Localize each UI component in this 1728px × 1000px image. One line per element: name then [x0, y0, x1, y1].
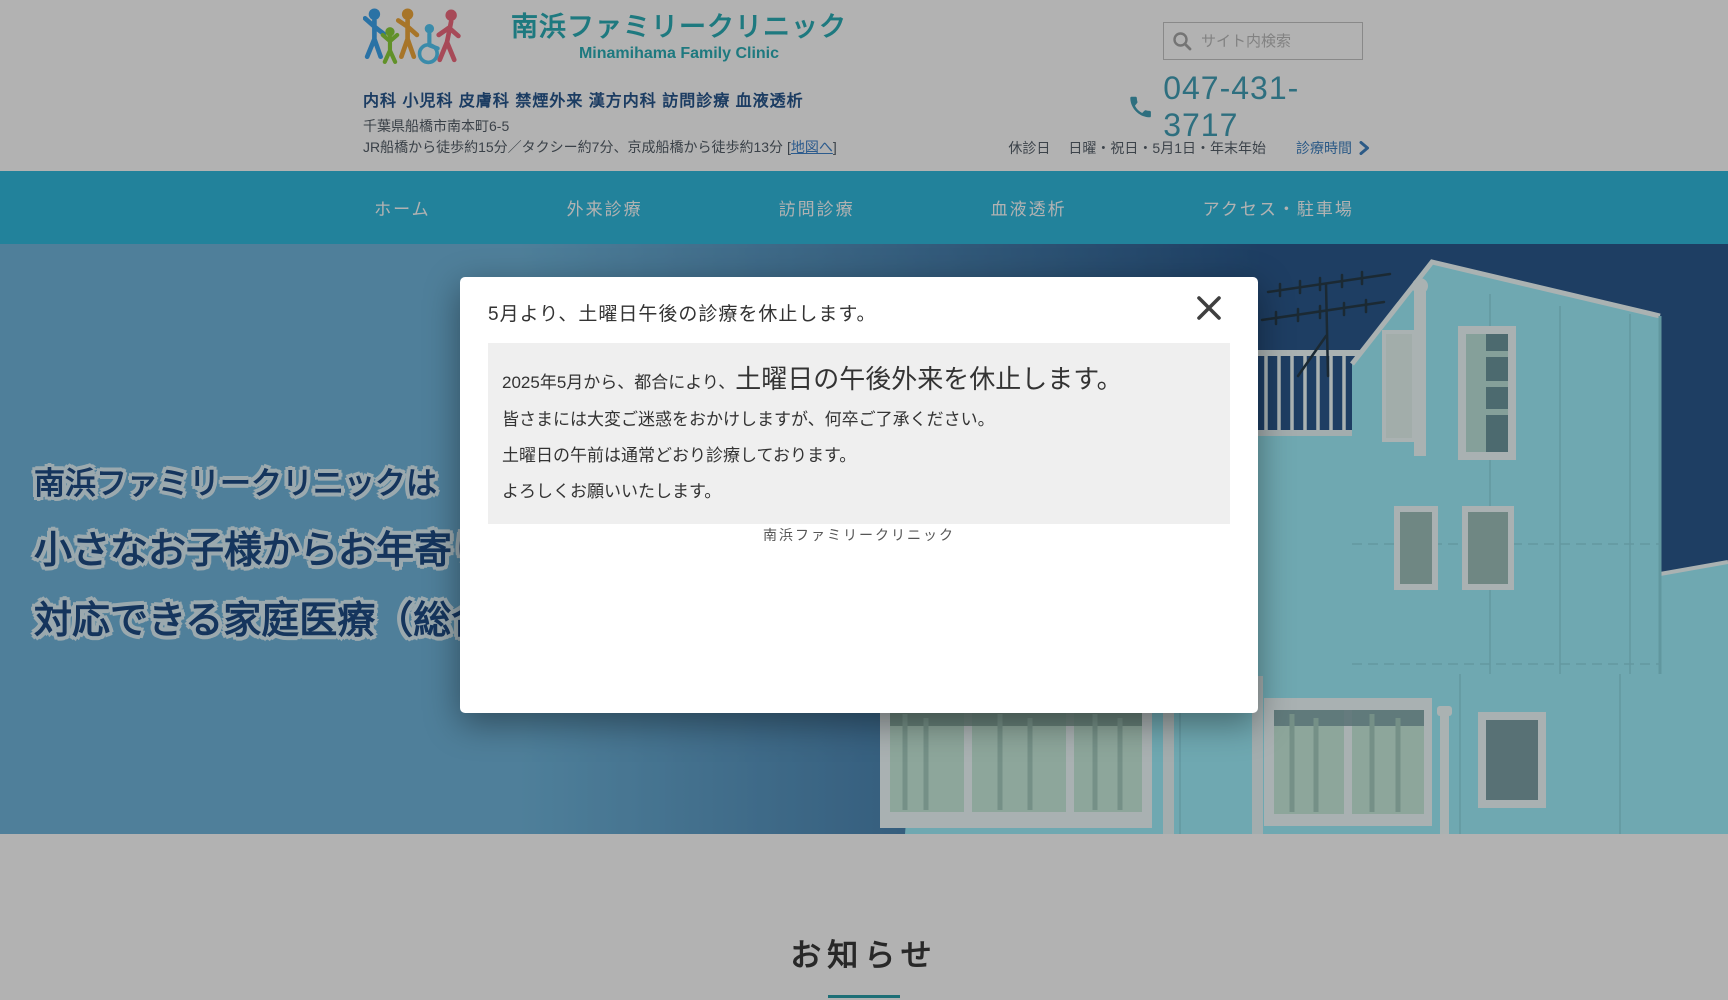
- notice-line-3: 土曜日の午前は通常どおり診療しております。: [502, 445, 1216, 468]
- notice-emphasis: 土曜日の午後外来を休止します。: [735, 364, 1122, 394]
- notice-modal: 5月より、土曜日午後の診療を休止します。 2025年5月から、都合により、土曜日…: [460, 277, 1258, 713]
- notice-line-2: 皆さまには大変ご迷惑をおかけしますが、何卒ご了承ください。: [502, 409, 1216, 432]
- notice-lead: 2025年5月から、都合により、: [502, 373, 735, 392]
- page: 南浜ファミリークリニック Minamihama Family Clinic 内科…: [0, 0, 1728, 1000]
- close-icon[interactable]: [1192, 291, 1226, 325]
- notice-headline: 2025年5月から、都合により、土曜日の午後外来を休止します。: [502, 359, 1216, 396]
- notice-line-4: よろしくお願いいたします。: [502, 481, 1216, 504]
- modal-title: 5月より、土曜日午後の診療を休止します。: [488, 299, 877, 326]
- notice-body: 2025年5月から、都合により、土曜日の午後外来を休止します。 皆さまには大変ご…: [488, 343, 1230, 524]
- modal-signature: 南浜ファミリークリニック: [460, 525, 1258, 545]
